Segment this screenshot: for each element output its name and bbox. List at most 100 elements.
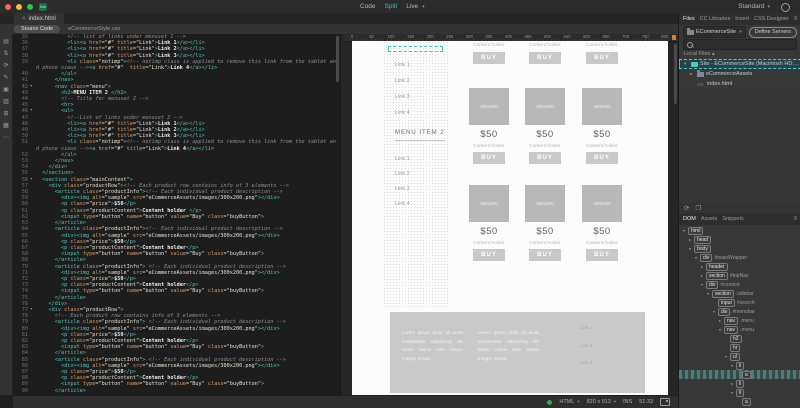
code-line[interactable]: 39 <li class="notimp"><!-- notimp class … — [13, 59, 340, 71]
code-text[interactable]: <li class="notimp"><!-- notimp class is … — [36, 59, 340, 71]
snippets-icon[interactable]: ▦ — [3, 120, 9, 132]
dom-row[interactable]: ▾ul — [679, 352, 800, 361]
footer-link[interactable]: Link 3 — [580, 360, 592, 365]
dom-row[interactable]: h2 — [679, 334, 800, 343]
dom-tag[interactable]: a — [742, 398, 751, 406]
dom-row[interactable]: ▾section.sidebar — [679, 289, 800, 298]
dom-tag[interactable]: head — [694, 236, 711, 244]
file-tree-item[interactable]: ▾Site - ECommerceSite (Macintosh HD:User… — [679, 59, 800, 69]
ruler-marker[interactable] — [672, 35, 676, 40]
preview-page[interactable]: MENU ITEM 2 Link 1Link 2Link 3Link 4Link… — [352, 41, 668, 395]
preview-nav-link[interactable]: Link 2 — [395, 171, 410, 177]
buy-button[interactable]: BUY — [586, 249, 618, 261]
more-tools-icon[interactable]: ⋯ — [3, 132, 9, 144]
dom-row[interactable]: ▾li — [679, 388, 800, 397]
buy-button[interactable]: BUY — [529, 52, 561, 64]
tab-dom[interactable]: DOM — [683, 216, 696, 222]
related-file-stylesheet[interactable]: eCommerceStyle.css — [68, 26, 120, 32]
chevron-down-icon[interactable]: ▾ — [577, 399, 579, 405]
tab-assets[interactable]: Assets — [701, 216, 718, 222]
dom-tag[interactable]: li — [736, 362, 744, 370]
define-servers-button[interactable]: Define Servers — [749, 27, 797, 38]
chevron-down-icon[interactable]: ▾ — [614, 399, 616, 405]
preview-nav-link[interactable]: Link 2 — [395, 78, 410, 84]
preview-nav-link[interactable]: Link 3 — [395, 186, 410, 192]
dom-tag[interactable]: body — [694, 245, 711, 253]
dom-tag[interactable]: section — [706, 272, 728, 280]
dom-row[interactable]: ▾li — [679, 361, 800, 370]
code-line[interactable]: 90 </article> — [13, 388, 340, 394]
view-mode-split[interactable]: Split — [385, 3, 398, 10]
view-mode-code[interactable]: Code — [360, 3, 376, 10]
panel-menu-icon[interactable]: ≡ — [794, 16, 798, 22]
refresh-icon[interactable]: ⟳ — [3, 60, 8, 72]
dom-tag[interactable]: hr — [730, 344, 740, 352]
minimize-window-button[interactable] — [16, 4, 22, 10]
format-source-icon[interactable]: ▣ — [3, 84, 9, 96]
file-search-input[interactable] — [683, 39, 797, 50]
dom-tag[interactable]: input — [718, 299, 735, 307]
dom-row[interactable]: ▾div#content — [679, 280, 800, 289]
preview-nav-link[interactable]: Link 1 — [395, 62, 410, 68]
edit-icon[interactable]: ✎ — [3, 72, 8, 84]
dom-row[interactable]: ▾body — [679, 244, 800, 253]
dom-row[interactable]: ▸nav.menu — [679, 316, 800, 325]
dom-tag[interactable]: nav — [724, 326, 738, 334]
dom-tag[interactable]: section — [712, 290, 734, 298]
workspace-switcher[interactable]: Standard ▾ — [738, 0, 770, 13]
wrap-tag-icon[interactable]: ⊞ — [3, 108, 8, 120]
file-tree-item[interactable]: ▸eCommerceAssets — [679, 69, 800, 79]
buy-button[interactable]: BUY — [529, 249, 561, 261]
expanded-arrow-icon[interactable]: ▾ — [684, 61, 689, 67]
tab-files[interactable]: Files — [683, 16, 695, 22]
dom-row[interactable]: ▾nav.menu — [679, 325, 800, 334]
panel-menu-icon[interactable]: ≡ — [793, 216, 797, 222]
dom-tag[interactable]: nav — [724, 317, 738, 325]
footer-link[interactable]: Link 2 — [580, 343, 592, 348]
zoom-window-button[interactable] — [27, 4, 33, 10]
buy-button[interactable]: BUY — [586, 152, 618, 164]
dom-row[interactable]: hr — [679, 343, 800, 352]
dom-row[interactable]: ▸head — [679, 235, 800, 244]
dom-row[interactable]: ▸header — [679, 262, 800, 271]
dom-row[interactable]: ▾div#mainWrapper — [679, 253, 800, 262]
dom-row[interactable]: ▾div#menubar — [679, 307, 800, 316]
tab-insert[interactable]: Insert — [735, 16, 749, 22]
open-documents-icon[interactable]: ▤ — [3, 36, 9, 48]
dom-row[interactable]: a — [679, 397, 800, 406]
preview-nav-link[interactable]: Link 4 — [395, 201, 410, 207]
preview-nav-link[interactable]: Link 4 — [395, 110, 410, 116]
code-text[interactable]: </article> — [36, 388, 340, 394]
dom-tag[interactable]: div — [706, 281, 718, 289]
dom-tag[interactable]: header — [706, 263, 728, 271]
dom-tag[interactable]: a — [742, 371, 751, 379]
buy-button[interactable]: BUY — [529, 152, 561, 164]
code-line[interactable]: 51 <li class="notimp"><!-- notimp class … — [13, 139, 340, 151]
buy-button[interactable]: BUY — [473, 52, 505, 64]
viewport-size[interactable]: 820 x 913 — [587, 399, 611, 405]
dom-tag[interactable]: div — [700, 254, 712, 262]
preview-nav-link[interactable]: Link 1 — [395, 156, 410, 162]
close-tab-icon[interactable]: × — [22, 16, 26, 22]
dom-tag[interactable]: h2 — [730, 335, 742, 343]
buy-button[interactable]: BUY — [586, 52, 618, 64]
device-preview-icon[interactable] — [660, 398, 670, 406]
local-files-header[interactable]: Local Files ▴ — [679, 50, 800, 59]
tab-cc-libraries[interactable]: CC Libraries — [700, 16, 731, 22]
close-window-button[interactable] — [5, 4, 11, 10]
dom-row[interactable]: ▸section#topNav — [679, 271, 800, 280]
collapsed-arrow-icon[interactable]: ▸ — [690, 71, 695, 77]
lint-ok-icon[interactable] — [547, 400, 552, 405]
chevron-down-icon[interactable]: ▾ — [422, 4, 425, 10]
tab-css-designer[interactable]: CSS Designer — [754, 16, 789, 22]
site-select[interactable]: ECommerceSite ▾ — [683, 26, 746, 38]
file-tree-item[interactable]: </>index.html — [679, 79, 800, 89]
profile-icon[interactable] — [781, 3, 790, 12]
footer-link[interactable]: Link 1 — [580, 325, 592, 330]
tab-snippets[interactable]: Snippets — [722, 216, 743, 222]
dom-row[interactable]: input#search — [679, 298, 800, 307]
buy-button[interactable]: BUY — [473, 249, 505, 261]
tab-index-html[interactable]: × index.html — [14, 13, 64, 24]
file-management-icon[interactable]: ⇅ — [3, 48, 8, 60]
dom-tag[interactable]: html — [688, 227, 703, 235]
